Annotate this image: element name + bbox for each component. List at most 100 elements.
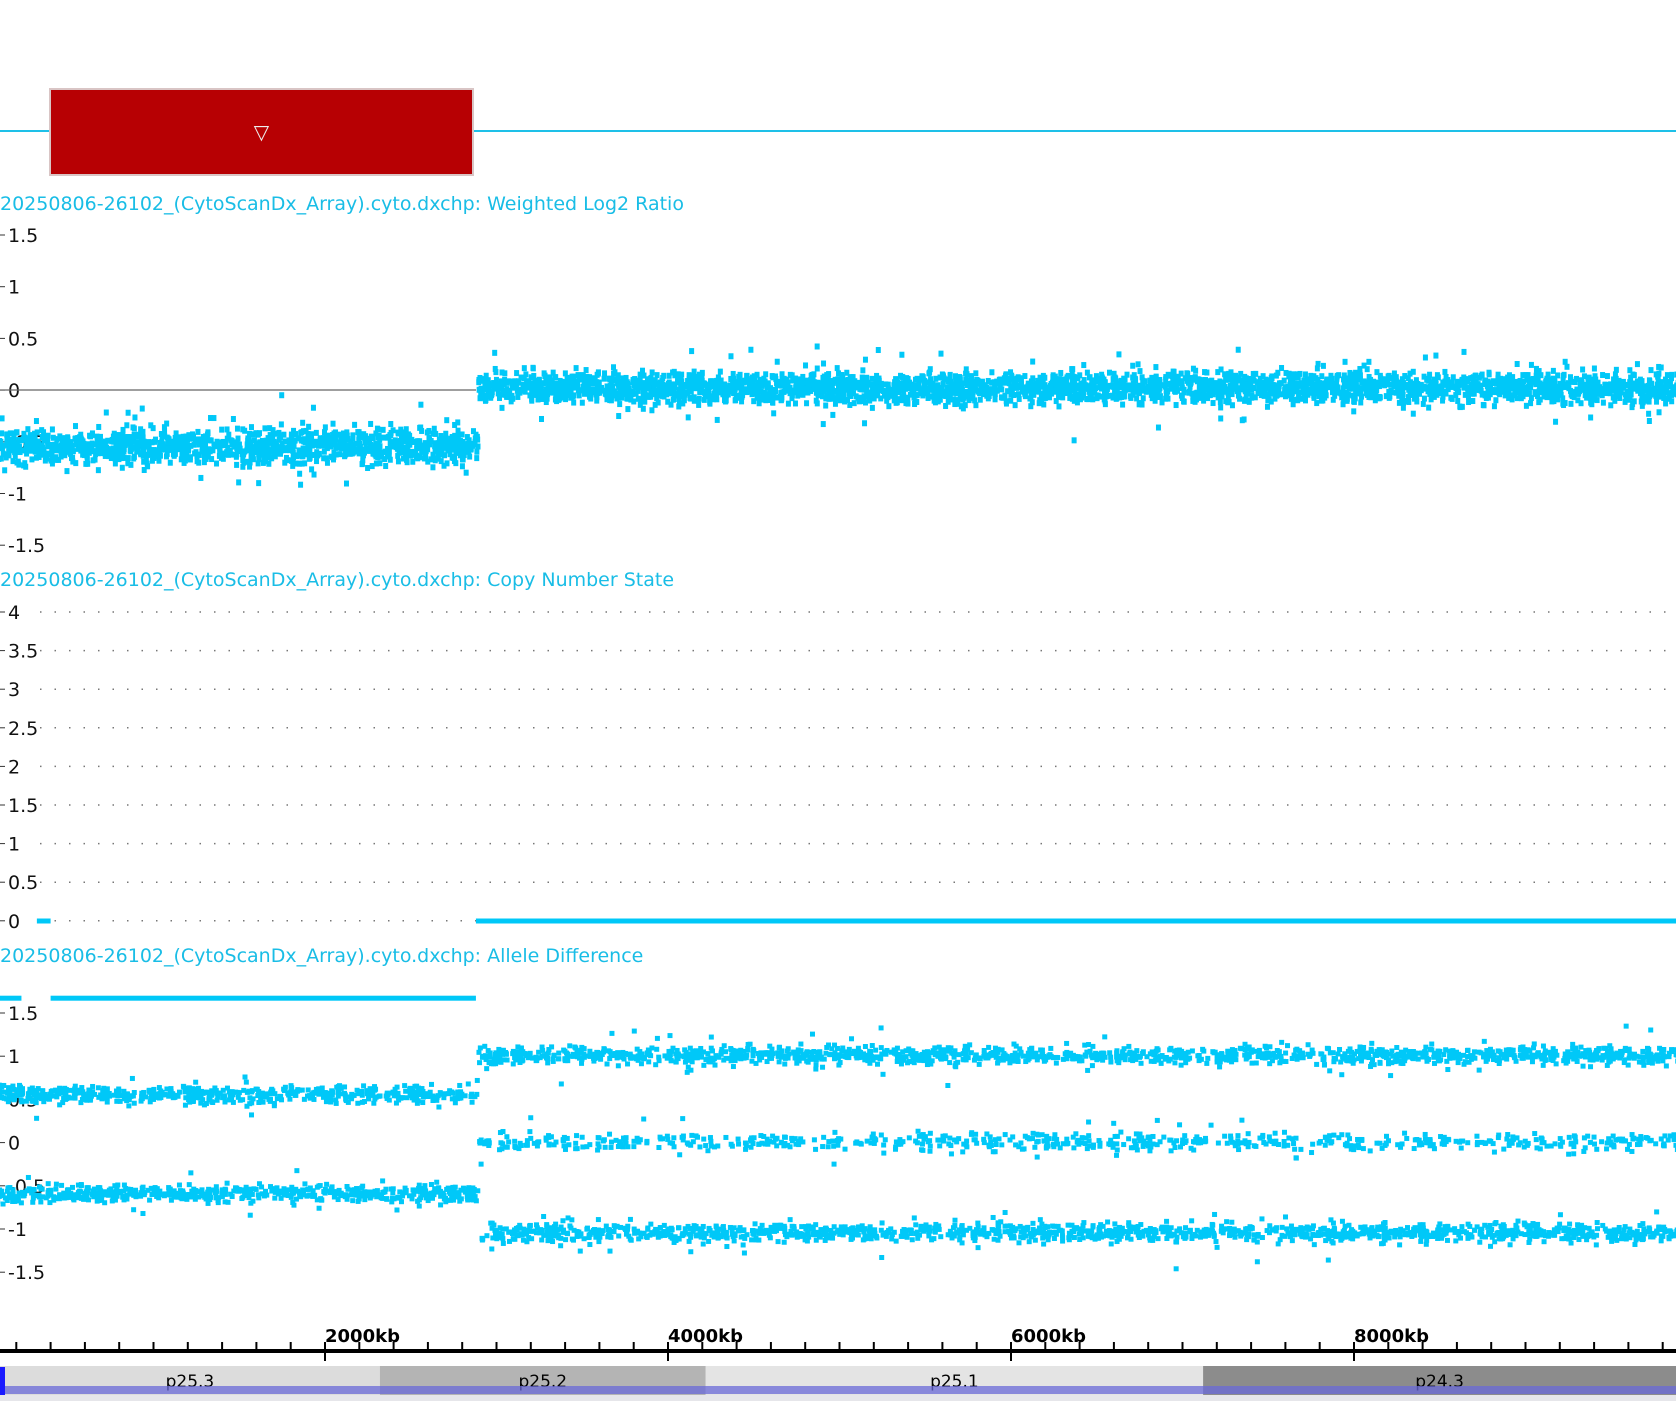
- data-point: [234, 425, 240, 432]
- data-point: [641, 380, 647, 387]
- data-point: [813, 397, 819, 404]
- data-point: [492, 365, 498, 372]
- data-point: [815, 379, 821, 386]
- data-point: [19, 1099, 25, 1105]
- data-point: [240, 463, 246, 470]
- y-tick-label: 1: [8, 834, 20, 856]
- data-point: [790, 389, 796, 396]
- data-point: [162, 427, 168, 434]
- data-point: [1178, 370, 1184, 377]
- data-point: [811, 371, 817, 378]
- data-point: [1301, 377, 1307, 384]
- data-point: [989, 369, 995, 376]
- data-point: [233, 453, 239, 460]
- data-point: [1157, 376, 1163, 383]
- data-point: [73, 423, 79, 430]
- data-point: [57, 1102, 63, 1108]
- data-point: [441, 462, 447, 469]
- data-point: [1196, 376, 1202, 383]
- data-point: [299, 429, 305, 436]
- data-point: [1410, 380, 1416, 387]
- data-point: [703, 392, 709, 399]
- data-point: [1482, 381, 1488, 388]
- data-point: [660, 388, 666, 395]
- data-point: [737, 371, 743, 378]
- data-point: [216, 452, 222, 459]
- data-point: [261, 454, 267, 461]
- data-point: [559, 389, 565, 396]
- data-point: [360, 460, 366, 467]
- y-tick-label: 2: [8, 756, 20, 778]
- data-point: [242, 1074, 248, 1080]
- data-point: [1600, 372, 1606, 379]
- data-point: [584, 384, 590, 391]
- data-point: [254, 1086, 260, 1092]
- data-point: [1106, 369, 1112, 376]
- data-point: [973, 370, 979, 377]
- data-point: [1658, 379, 1664, 386]
- data-point: [224, 426, 230, 433]
- data-point: [420, 1100, 426, 1106]
- data-point: [201, 450, 207, 457]
- data-point: [1157, 385, 1163, 392]
- data-point: [266, 449, 272, 456]
- data-point: [616, 378, 622, 385]
- data-point: [950, 383, 956, 390]
- data-point: [1342, 358, 1348, 365]
- data-point: [1292, 388, 1298, 395]
- data-point: [796, 390, 802, 397]
- data-point: [848, 385, 854, 392]
- data-point: [1357, 372, 1363, 379]
- data-point: [1608, 387, 1614, 394]
- data-point: [112, 460, 118, 467]
- data-point: [402, 1083, 408, 1089]
- data-point: [548, 380, 554, 387]
- data-point: [923, 379, 929, 386]
- data-point: [880, 387, 886, 394]
- data-point: [103, 409, 109, 416]
- data-point: [1235, 346, 1241, 353]
- data-point: [1250, 370, 1256, 377]
- data-point: [1629, 404, 1635, 411]
- data-point: [371, 1100, 377, 1106]
- data-point: [1135, 361, 1141, 368]
- data-point: [1169, 380, 1175, 387]
- data-point: [1069, 395, 1075, 402]
- genome-plot[interactable]: 1.510.50-0.5-1-1.543.532.521.510.501.510…: [0, 0, 1676, 1401]
- data-point: [422, 441, 428, 448]
- data-point: [977, 396, 983, 403]
- data-point: [22, 460, 28, 467]
- data-point: [17, 1084, 23, 1090]
- data-point: [125, 409, 131, 416]
- data-point: [1237, 395, 1243, 402]
- data-point: [1493, 397, 1499, 404]
- data-point: [455, 419, 461, 426]
- data-point: [375, 426, 381, 433]
- data-point: [1081, 381, 1087, 388]
- data-point: [1399, 376, 1405, 383]
- data-point: [1656, 393, 1662, 400]
- data-point: [1173, 402, 1179, 409]
- data-point: [1627, 394, 1633, 401]
- data-point: [278, 421, 284, 428]
- data-point: [1471, 390, 1477, 397]
- data-point: [305, 444, 311, 451]
- data-point: [1370, 387, 1376, 394]
- data-point: [469, 1099, 475, 1105]
- data-point: [236, 479, 242, 486]
- data-point: [859, 374, 865, 381]
- data-point: [1548, 394, 1554, 401]
- data-point: [543, 389, 549, 396]
- data-point: [928, 385, 934, 392]
- data-point: [1510, 392, 1516, 399]
- data-point: [730, 370, 736, 377]
- data-point: [937, 396, 943, 403]
- data-point: [459, 463, 465, 470]
- data-point: [224, 435, 230, 442]
- data-point: [900, 386, 906, 393]
- data-point: [1580, 366, 1586, 373]
- data-point: [1224, 388, 1230, 395]
- data-point: [34, 1115, 40, 1121]
- data-point: [1426, 404, 1432, 411]
- data-point: [1410, 410, 1416, 417]
